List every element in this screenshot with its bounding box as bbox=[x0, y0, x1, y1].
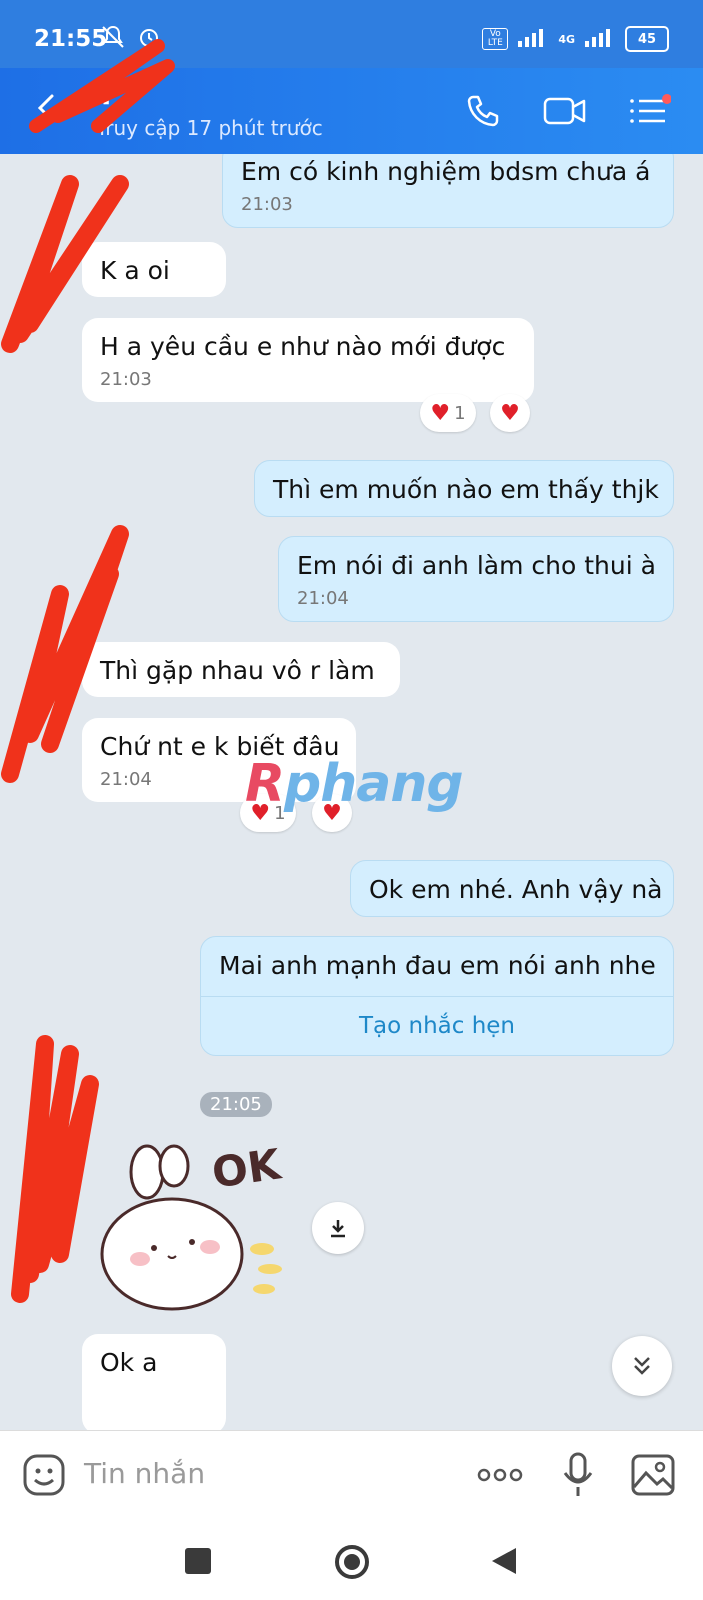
image-icon bbox=[631, 1454, 675, 1496]
message-text: H a yêu cầu e như nào mới được bbox=[100, 332, 506, 361]
message-text: Ok em nhé. Anh vậy nà bbox=[369, 875, 663, 904]
menu-button[interactable] bbox=[626, 88, 672, 134]
chat-header: Y Truy cập 17 phút trước bbox=[0, 68, 703, 154]
watermark-text: phang bbox=[284, 754, 464, 814]
message-text: Ok a bbox=[100, 1348, 158, 1377]
message-bubble-incoming[interactable]: Ok a bbox=[82, 1334, 226, 1430]
message-time: 21:03 bbox=[241, 194, 293, 215]
message-text: Em có kinh nghiệm bdsm chưa á bbox=[241, 157, 651, 186]
back-arrow-icon bbox=[37, 94, 54, 122]
watermark-logo: Rphang bbox=[245, 754, 464, 814]
message-bubble-incoming[interactable]: K a oi bbox=[82, 242, 226, 297]
watermark-first-letter: R bbox=[245, 754, 285, 814]
message-input[interactable]: Tin nhắn bbox=[84, 1457, 205, 1490]
sticker-smile-icon bbox=[23, 1454, 65, 1496]
phone-icon bbox=[467, 95, 499, 127]
back-button[interactable] bbox=[30, 88, 66, 128]
square-icon bbox=[185, 1548, 211, 1574]
video-camera-icon bbox=[543, 97, 586, 125]
ok-sticker[interactable]: OK bbox=[92, 1139, 302, 1314]
home-circle-icon bbox=[335, 1545, 369, 1579]
status-bar: 21:55 Vo LTE 4G 45 bbox=[0, 0, 703, 68]
reaction-count: 1 bbox=[454, 402, 466, 424]
more-dots-icon bbox=[477, 1468, 523, 1482]
chat-area[interactable]: Em có kinh nghiệm bdsm chưa á 21:03 K a … bbox=[0, 154, 703, 1430]
message-bubble-outgoing[interactable]: Em có kinh nghiệm bdsm chưa á 21:03 bbox=[222, 154, 674, 228]
status-indicators: Vo LTE 4G 45 bbox=[482, 26, 669, 52]
heart-icon: ♥ bbox=[500, 400, 520, 426]
network-type: 4G bbox=[558, 32, 575, 46]
download-icon bbox=[331, 1220, 345, 1238]
home-button[interactable] bbox=[334, 1544, 370, 1584]
recent-apps-button[interactable] bbox=[185, 1548, 211, 1578]
message-bubble-outgoing[interactable]: Em nói đi anh làm cho thui à 21:04 bbox=[278, 536, 674, 622]
more-options-button[interactable] bbox=[476, 1461, 524, 1493]
mute-icon bbox=[100, 24, 126, 54]
message-bubble-incoming[interactable]: Thì gặp nhau vô r làm bbox=[82, 642, 400, 697]
menu-icon bbox=[630, 94, 671, 123]
message-text: Em nói đi anh làm cho thui à bbox=[297, 551, 656, 580]
message-text: Mai anh mạnh đau em nói anh nhe bbox=[219, 951, 656, 980]
scroll-to-bottom-button[interactable] bbox=[612, 1336, 672, 1396]
message-time-chip: 21:05 bbox=[200, 1092, 272, 1117]
volte-label: Vo LTE bbox=[482, 28, 509, 50]
message-text: Thì gặp nhau vô r làm bbox=[100, 656, 375, 685]
message-text: K a oi bbox=[100, 256, 170, 285]
alarm-icon bbox=[136, 24, 162, 54]
last-seen-status: Truy cập 17 phút trước bbox=[96, 116, 323, 140]
heart-icon: ♥ bbox=[430, 400, 451, 426]
message-bubble-outgoing[interactable]: Thì em muốn nào em thấy thjk bbox=[254, 460, 674, 517]
gallery-button[interactable] bbox=[630, 1453, 676, 1501]
message-bubble-outgoing[interactable]: Ok em nhé. Anh vậy nà bbox=[350, 860, 674, 917]
contact-name[interactable]: Y bbox=[96, 78, 116, 111]
create-reminder-button[interactable]: Tạo nhắc hẹn bbox=[201, 996, 673, 1055]
triangle-back-icon bbox=[492, 1548, 516, 1574]
battery-indicator: 45 bbox=[625, 26, 669, 52]
emoji-button[interactable] bbox=[22, 1453, 66, 1501]
message-bubble-incoming[interactable]: H a yêu cầu e như nào mới được 21:03 bbox=[82, 318, 534, 402]
reaction-summary[interactable]: ♥ 1 bbox=[420, 394, 476, 432]
message-time: 21:03 bbox=[100, 369, 152, 390]
react-button[interactable]: ♥ bbox=[490, 394, 530, 432]
message-composer: Tin nhắn bbox=[0, 1430, 703, 1521]
voice-record-button[interactable] bbox=[560, 1451, 596, 1503]
call-button[interactable] bbox=[460, 88, 506, 134]
status-time: 21:55 bbox=[34, 26, 108, 52]
double-chevron-down-icon bbox=[634, 1357, 650, 1375]
message-time: 21:04 bbox=[297, 588, 349, 609]
signal-icon bbox=[518, 27, 548, 51]
download-sticker-button[interactable] bbox=[312, 1202, 364, 1254]
signal-icon-2 bbox=[585, 27, 615, 51]
sticker-ok-text: OK bbox=[208, 1139, 284, 1198]
message-text: Thì em muốn nào em thấy thjk bbox=[273, 475, 659, 504]
video-call-button[interactable] bbox=[542, 88, 588, 134]
system-navigation-bar bbox=[0, 1520, 703, 1600]
microphone-icon bbox=[563, 1452, 593, 1496]
message-bubble-outgoing[interactable]: Mai anh mạnh đau em nói anh nhe Tạo nhắc… bbox=[200, 936, 674, 1056]
back-nav-button[interactable] bbox=[490, 1546, 518, 1580]
